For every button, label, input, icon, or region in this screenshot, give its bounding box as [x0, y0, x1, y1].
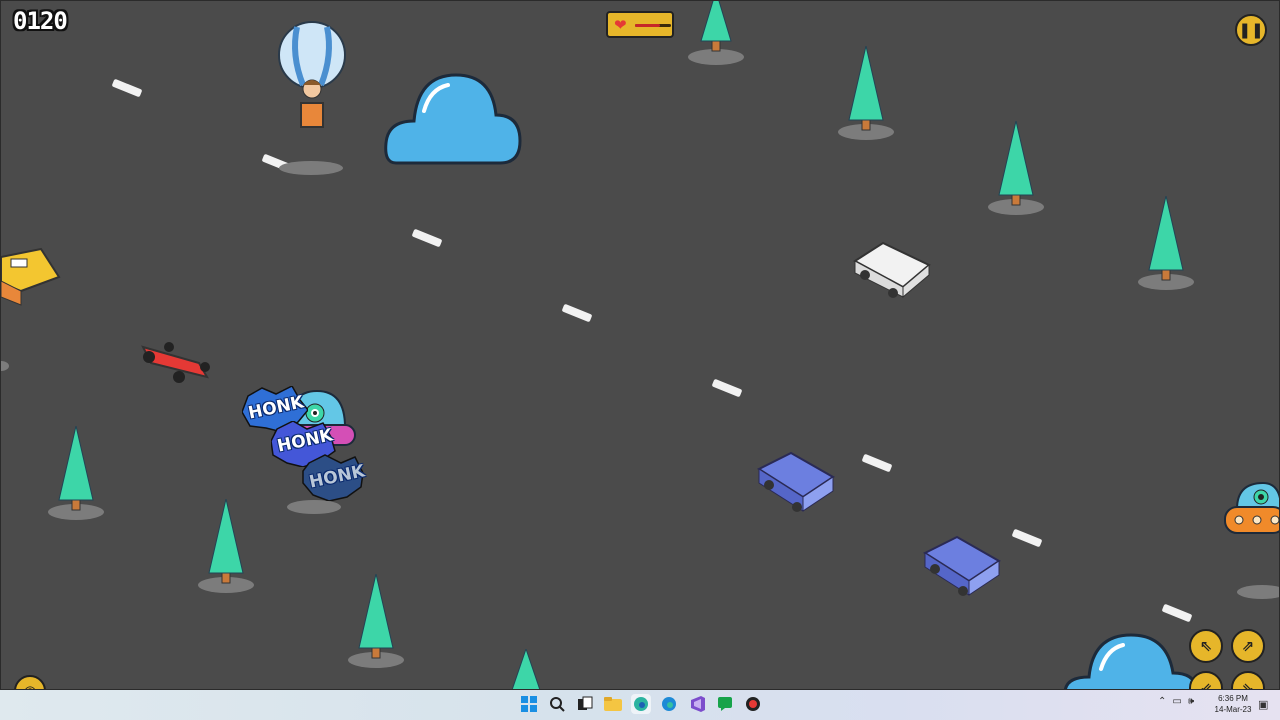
- clock[interactable]: 6:36 PM 14-Mar-23: [1210, 693, 1256, 715]
- health-fill: [635, 24, 661, 27]
- search-icon[interactable]: [547, 694, 567, 714]
- alien-ufo[interactable]: [1223, 481, 1280, 539]
- clock-time: 6:36 PM: [1218, 694, 1248, 703]
- blue-van: [922, 535, 1001, 596]
- pine-tree: [48, 426, 104, 520]
- blue-van: [756, 451, 835, 512]
- score-counter: 0120: [13, 7, 68, 35]
- health-track: [635, 24, 671, 27]
- file-explorer-icon[interactable]: [603, 694, 623, 714]
- move-down-right-button[interactable]: ⇘: [1231, 671, 1265, 690]
- chevron-up-icon[interactable]: ⌃: [1158, 696, 1166, 707]
- race-car: [141, 342, 210, 383]
- notification-icon[interactable]: ▣: [1258, 698, 1268, 711]
- arrow-up-right-icon: ⇗: [1241, 637, 1255, 655]
- pine-tree: [1138, 196, 1194, 290]
- taskbar-apps: [519, 694, 763, 714]
- move-up-left-button[interactable]: ⇖: [1189, 629, 1223, 663]
- edge-icon[interactable]: [659, 694, 679, 714]
- lane-dash: [411, 228, 443, 248]
- network-icon[interactable]: ▭: [1172, 696, 1181, 707]
- balloon-shadow: [279, 161, 343, 175]
- pine-tree: [838, 46, 894, 140]
- move-up-right-button[interactable]: ⇗: [1231, 629, 1265, 663]
- pickup-truck: [853, 241, 931, 299]
- edge-beta-icon[interactable]: [631, 694, 651, 714]
- pause-button[interactable]: ❚❚: [1235, 14, 1267, 46]
- lane-dash: [1161, 603, 1193, 623]
- system-tray: ⌃ ▭ 🕪: [1158, 696, 1194, 707]
- visual-studio-icon[interactable]: [687, 694, 707, 714]
- arrow-up-left-icon: ⇖: [1199, 637, 1213, 655]
- game-canvas[interactable]: 0120 ❤ ❚❚ HONK HONK HONK ⇖ ⇗ ⇙ ⇘: [0, 0, 1280, 690]
- health-bar: ❤: [606, 11, 674, 38]
- bottom-left-button[interactable]: ◉: [14, 675, 46, 689]
- ufo-shadow: [1237, 585, 1279, 599]
- arrow-down-left-icon: ⇙: [1199, 679, 1213, 690]
- pine-tree: [348, 574, 404, 668]
- target-icon: ◉: [23, 682, 36, 689]
- lane-dash: [561, 303, 593, 323]
- ufo-shadow: [287, 500, 341, 514]
- hot-air-balloon[interactable]: [277, 21, 347, 131]
- volume-icon[interactable]: 🕪: [1188, 696, 1194, 707]
- clock-date: 14-Mar-23: [1214, 705, 1252, 714]
- heart-icon: ❤: [614, 16, 627, 34]
- chat-icon[interactable]: [715, 694, 735, 714]
- pause-icon: ❚❚: [1238, 21, 1264, 39]
- cloud: [1063, 633, 1199, 689]
- pine-tree: [688, 1, 744, 65]
- lane-dash: [711, 378, 743, 398]
- pine-tree: [198, 499, 254, 593]
- recorder-icon[interactable]: [743, 694, 763, 714]
- pine-tree: [511, 649, 541, 689]
- lane-dash: [1011, 528, 1043, 548]
- windows-start-icon[interactable]: [519, 694, 539, 714]
- object-shadow: [1, 361, 9, 371]
- cloud: [384, 73, 522, 165]
- taskbar: ⌃ ▭ 🕪 6:36 PM 14-Mar-23 ▣: [0, 690, 1280, 720]
- lane-dash: [861, 453, 893, 473]
- pine-tree: [988, 121, 1044, 215]
- task-view-icon[interactable]: [575, 694, 595, 714]
- lane-dash: [111, 78, 143, 98]
- taxi-car: [1, 247, 61, 306]
- arrow-down-right-icon: ⇘: [1241, 679, 1255, 690]
